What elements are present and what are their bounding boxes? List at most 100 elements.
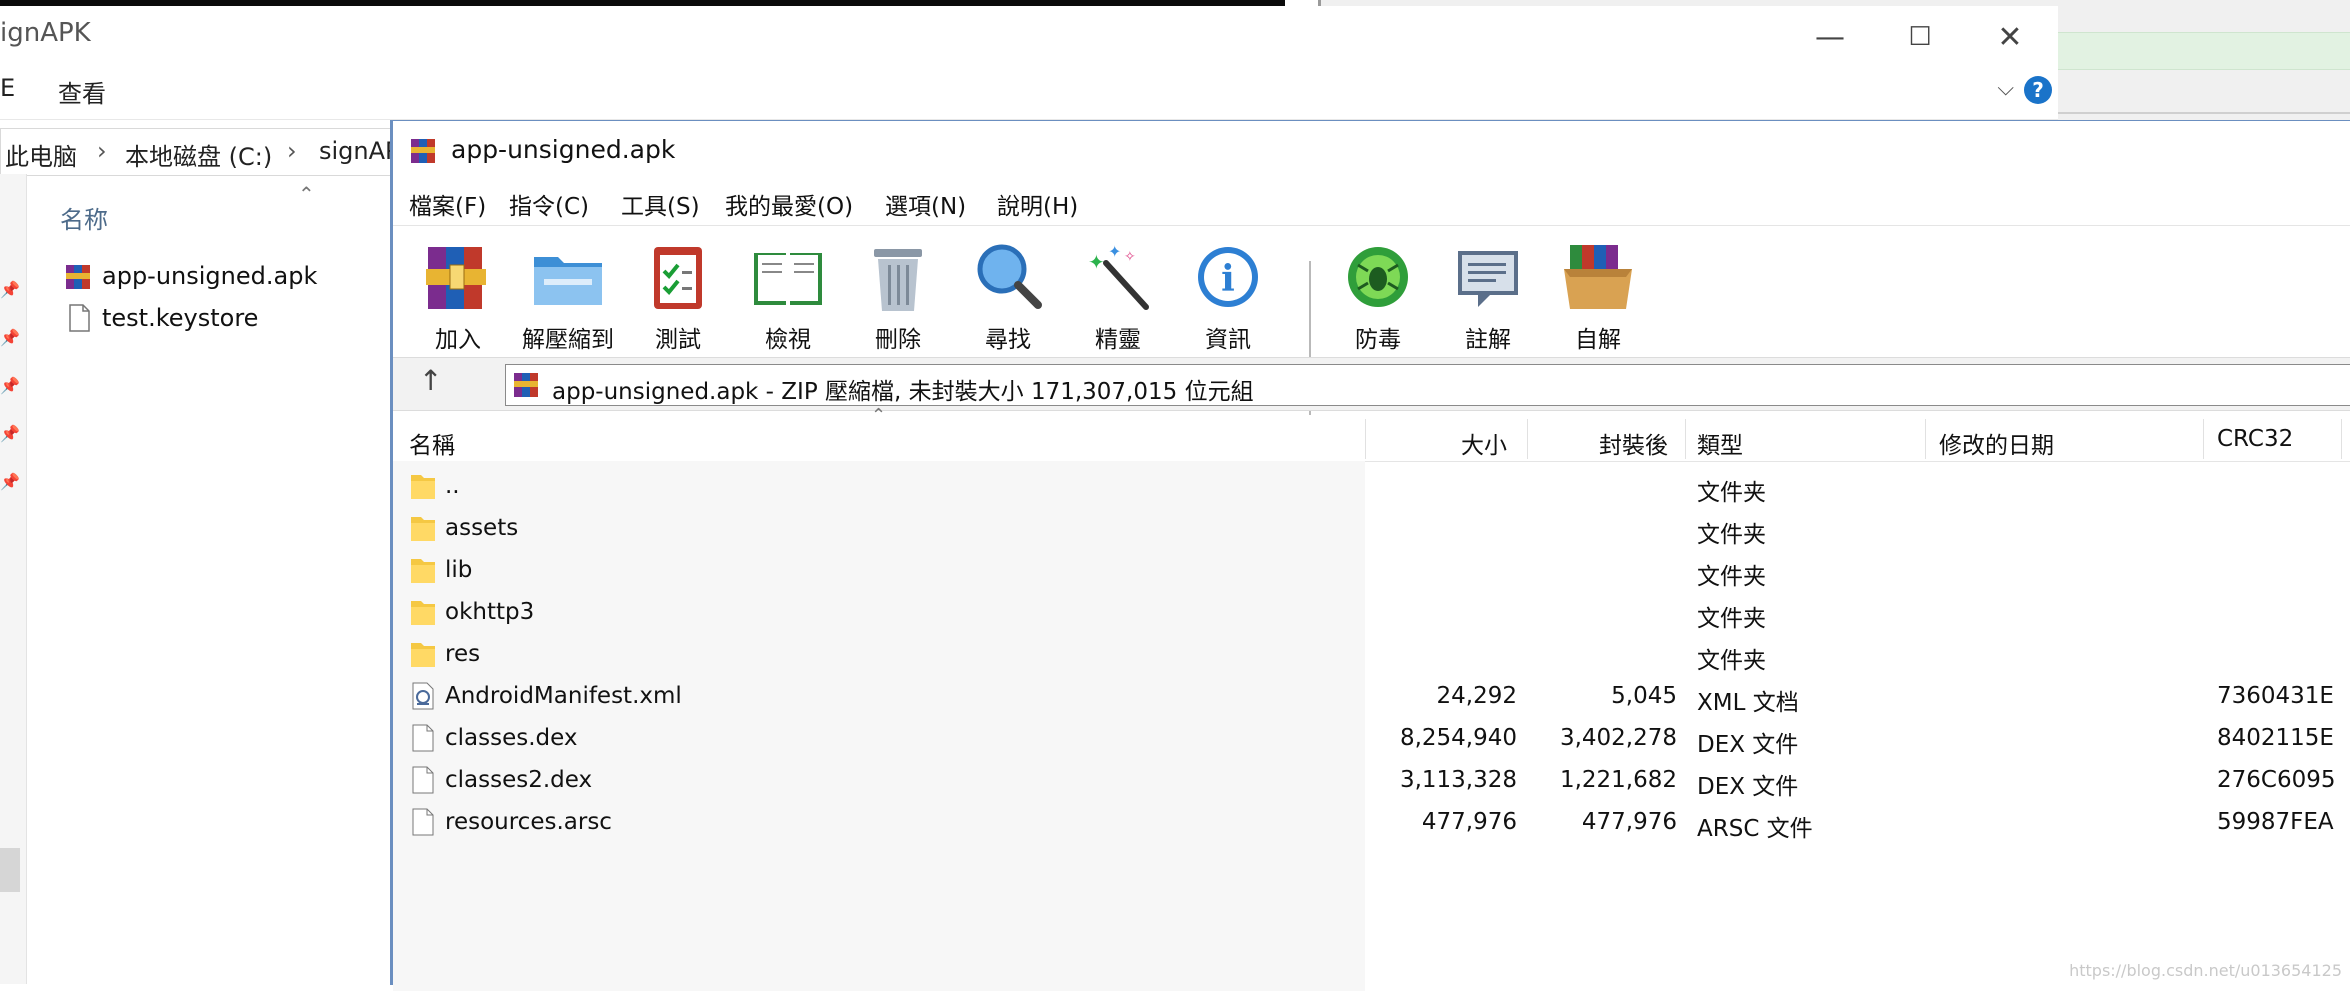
add-archive-icon (426, 247, 486, 309)
table-row[interactable]: resources.arsc 477,976 477,976 ARSC 文件 5… (393, 803, 2350, 845)
watermark: https://blog.csdn.net/u013654125 (2069, 961, 2342, 980)
list-item[interactable]: app-unsigned.apk (64, 258, 317, 294)
virus-scan-icon (1348, 247, 1408, 307)
table-row[interactable]: res 文件夹 (393, 635, 2350, 677)
explorer-ribbon-tabs: E 查看 ⌵ ? (0, 64, 2058, 120)
column-divider[interactable] (1925, 419, 1926, 459)
row-size: 477,976 (1421, 809, 1517, 835)
table-row[interactable]: AndroidManifest.xml 24,292 5,045 XML 文档 … (393, 677, 2350, 719)
winrar-archive-icon (514, 373, 538, 397)
column-divider[interactable] (1685, 419, 1686, 459)
close-button[interactable]: ✕ (1980, 12, 2040, 62)
breadcrumb-signapk[interactable]: signAP (319, 137, 400, 165)
comment-label: 註解 (1465, 327, 1511, 353)
column-divider[interactable] (1527, 419, 1528, 459)
maximize-button[interactable]: ☐ (1890, 12, 1950, 62)
folder-icon (411, 559, 435, 583)
column-header-packed[interactable]: 封裝後 (1599, 426, 1668, 460)
extract-to-label: 解壓縮到 (522, 327, 614, 353)
column-header-modified[interactable]: 修改的日期 (1939, 426, 2054, 460)
menu-file[interactable]: 檔案(F) (409, 187, 486, 221)
row-type: DEX 文件 (1697, 732, 1799, 758)
row-packed: 5,045 (1611, 683, 1677, 709)
explorer-title-bar: ignAPK — ☐ ✕ (0, 6, 2058, 65)
path-field[interactable]: app-unsigned.apk - ZIP 壓縮檔, 未封裝大小 171,30… (505, 364, 2350, 406)
column-divider[interactable] (1365, 419, 1366, 459)
xml-file-icon (412, 682, 434, 710)
column-header-crc32[interactable]: CRC32 (2217, 426, 2293, 452)
table-row[interactable]: classes.dex 8,254,940 3,402,278 DEX 文件 8… (393, 719, 2350, 761)
virus-scan-label: 防毒 (1355, 327, 1401, 353)
winrar-window: app-unsigned.apk 檔案(F) 指令(C) 工具(S) 我的最愛(… (390, 120, 2350, 991)
row-type: DEX 文件 (1697, 774, 1799, 800)
row-name: lib (445, 557, 473, 583)
nav-selected-item[interactable] (0, 848, 20, 892)
menu-tools[interactable]: 工具(S) (621, 187, 700, 221)
sfx-label: 自解 (1575, 327, 1621, 353)
breadcrumb[interactable]: 此电脑 › 本地磁盘 (C:) › signAP (0, 128, 402, 176)
row-name: classes.dex (445, 725, 578, 751)
breadcrumb-this-pc[interactable]: 此电脑 (5, 137, 77, 172)
add-label: 加入 (435, 327, 481, 353)
menu-help[interactable]: 說明(H) (997, 187, 1078, 221)
list-header: ⌃ 名稱 大小 封裝後 類型 修改的日期 CRC32 (393, 405, 2350, 462)
breadcrumb-local-disk[interactable]: 本地磁盘 (C:) (125, 137, 272, 172)
column-header-name[interactable]: 名稱 (409, 426, 455, 460)
column-divider[interactable] (2203, 419, 2204, 459)
row-crc32: 59987FEA (2217, 809, 2334, 835)
table-row[interactable]: .. 文件夹 (393, 467, 2350, 509)
menu-favorites[interactable]: 我的最愛(O) (725, 187, 853, 221)
tab-file[interactable]: E (0, 74, 15, 102)
winrar-logo-icon (411, 139, 435, 163)
menu-commands[interactable]: 指令(C) (509, 187, 589, 221)
row-name: resources.arsc (445, 809, 612, 835)
row-crc32: 8402115E (2217, 725, 2334, 751)
wizard-wand-icon: ✦ ✦ ✧ (1088, 242, 1149, 310)
chevron-down-icon[interactable]: ⌵ (1997, 76, 2014, 101)
pin-icon[interactable]: 📌 (0, 280, 20, 299)
table-row[interactable]: classes2.dex 3,113,328 1,221,682 DEX 文件 … (393, 761, 2350, 803)
divider (2053, 112, 2350, 114)
row-name: AndroidManifest.xml (445, 683, 682, 709)
sort-ascending-icon: ⌃ (298, 182, 315, 206)
magnifier-icon (977, 244, 1042, 309)
row-name: .. (445, 473, 460, 499)
row-type: 文件夹 (1697, 648, 1766, 674)
table-row[interactable]: lib 文件夹 (393, 551, 2350, 593)
row-packed: 3,402,278 (1559, 725, 1677, 751)
svg-text:✦: ✦ (1088, 250, 1105, 274)
pin-icon[interactable]: 📌 (0, 472, 20, 491)
svg-text:i: i (1221, 258, 1235, 300)
folder-icon (411, 643, 435, 667)
column-header-size[interactable]: 大小 (1461, 426, 1507, 460)
pin-icon[interactable]: 📌 (0, 328, 20, 347)
row-type: XML 文档 (1697, 690, 1799, 716)
up-arrow-icon[interactable]: ↑ (419, 364, 442, 397)
row-name: okhttp3 (445, 599, 535, 625)
path-bar: ↑ app-unsigned.apk - ZIP 壓縮檔, 未封裝大小 171,… (393, 357, 2350, 411)
row-packed: 1,221,682 (1559, 767, 1677, 793)
winrar-archive-icon (66, 265, 90, 289)
column-header-name[interactable]: 名称 (60, 200, 108, 235)
file-icon (412, 724, 434, 752)
menu-options[interactable]: 選項(N) (885, 187, 966, 221)
pin-icon[interactable]: 📌 (0, 376, 20, 395)
explorer-title: ignAPK (0, 18, 91, 48)
find-label: 尋找 (985, 327, 1031, 353)
minimize-button[interactable]: — (1800, 12, 1860, 62)
table-row[interactable]: okhttp3 文件夹 (393, 593, 2350, 635)
column-header-type[interactable]: 類型 (1697, 426, 1743, 460)
file-list: ⌃ 名稱 大小 封裝後 類型 修改的日期 CRC32 .. 文件夹 assets… (393, 405, 2350, 991)
info-icon: i (1198, 247, 1258, 307)
extract-folder-icon (534, 257, 602, 305)
tab-view[interactable]: 查看 (58, 74, 106, 109)
table-row[interactable]: assets 文件夹 (393, 509, 2350, 551)
help-icon[interactable]: ? (2024, 76, 2052, 104)
pin-icon[interactable]: 📌 (0, 424, 20, 443)
progress-bar (2053, 32, 2350, 70)
breadcrumb-separator-icon: › (97, 137, 107, 165)
sort-ascending-icon: ⌃ (871, 405, 887, 426)
row-type: 文件夹 (1697, 606, 1766, 632)
list-item[interactable]: test.keystore (64, 300, 258, 336)
column-divider[interactable] (2341, 419, 2342, 459)
